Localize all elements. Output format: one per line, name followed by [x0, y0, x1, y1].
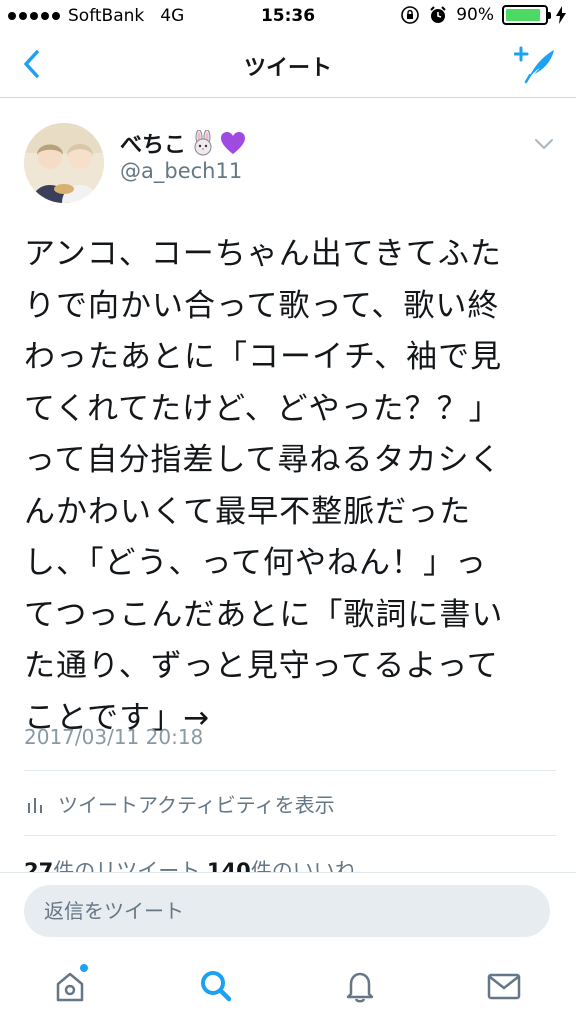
notification-dot	[80, 964, 88, 972]
divider	[24, 770, 556, 771]
tweet-activity-link[interactable]: ツイートアクティビティを表示	[26, 789, 335, 818]
tweet-activity-label: ツイートアクティビティを表示	[58, 793, 335, 817]
status-bar: SoftBank 4G 15:36 90%	[0, 0, 576, 32]
purple-heart-icon	[221, 132, 246, 154]
tweet-text-line: んかわいくて最早不整脈だった	[24, 493, 472, 530]
tab-home[interactable]	[50, 964, 90, 1006]
tab-messages[interactable]	[484, 966, 524, 1006]
retweet-count[interactable]: 27	[24, 859, 53, 873]
reply-bar	[0, 872, 576, 952]
tweet-timestamp: 2017/03/11 20:18	[24, 725, 204, 749]
orientation-lock-icon	[401, 6, 420, 24]
tweet-stats: 27件のリツイート 140件のいいね	[24, 855, 356, 873]
like-label[interactable]: 件のいいね	[251, 859, 356, 873]
search-icon	[201, 971, 232, 1002]
rabbit-emoji-icon	[194, 130, 212, 156]
divider	[24, 835, 556, 836]
tweet-text-line: アンコ、コーちゃん出てきてふた	[24, 236, 502, 272]
user-handle[interactable]: @a_bech11	[120, 159, 242, 183]
charging-icon	[556, 6, 566, 24]
tweet-text-line: てつっこんだあとに「歌詞に書い	[24, 596, 504, 633]
tweet-text-line: わったあとに「コーイチ、袖で見	[24, 339, 503, 375]
messages-icon	[487, 973, 521, 1000]
tweet-text: アンコ、コーちゃん出てきてふた りで向かい合って歌って、歌い終 わったあとに「コーイ…	[24, 229, 554, 744]
alarm-icon	[430, 6, 446, 23]
battery-percent: 90%	[456, 5, 494, 25]
page-title: ツイート	[243, 56, 332, 81]
tweet-text-line: てくれてたけど、どやった？？」	[24, 390, 501, 427]
tweet-text-line: って自分指差して尋ねるタカシく	[24, 442, 502, 478]
status-right: 90%	[400, 5, 566, 25]
tweet-text-line: た通り、ずっと見守ってるよって	[24, 648, 499, 684]
tab-notifications[interactable]	[340, 966, 380, 1006]
display-name-row[interactable]: べちこ	[120, 127, 246, 159]
chevron-down-icon[interactable]	[534, 137, 554, 151]
avatar[interactable]	[24, 123, 104, 203]
notifications-icon	[346, 972, 374, 1003]
like-count[interactable]: 140	[207, 859, 251, 873]
battery-icon	[502, 5, 551, 25]
tweet-text-line: りで向かい合って歌って、歌い終	[24, 287, 500, 324]
battery-level	[506, 9, 541, 21]
tweet-text-line: し、「どう、って何やねん！」っ	[24, 545, 487, 581]
retweet-label[interactable]: 件のリツイート	[53, 859, 200, 873]
tab-bar	[0, 952, 576, 1024]
tab-search[interactable]	[196, 966, 236, 1006]
reply-input[interactable]	[24, 885, 550, 937]
compose-tweet-icon[interactable]	[514, 44, 556, 84]
nav-bar: ツイート	[0, 32, 576, 98]
analytics-icon	[28, 797, 42, 813]
display-name[interactable]: べちこ	[120, 127, 186, 159]
home-icon	[56, 972, 84, 1002]
